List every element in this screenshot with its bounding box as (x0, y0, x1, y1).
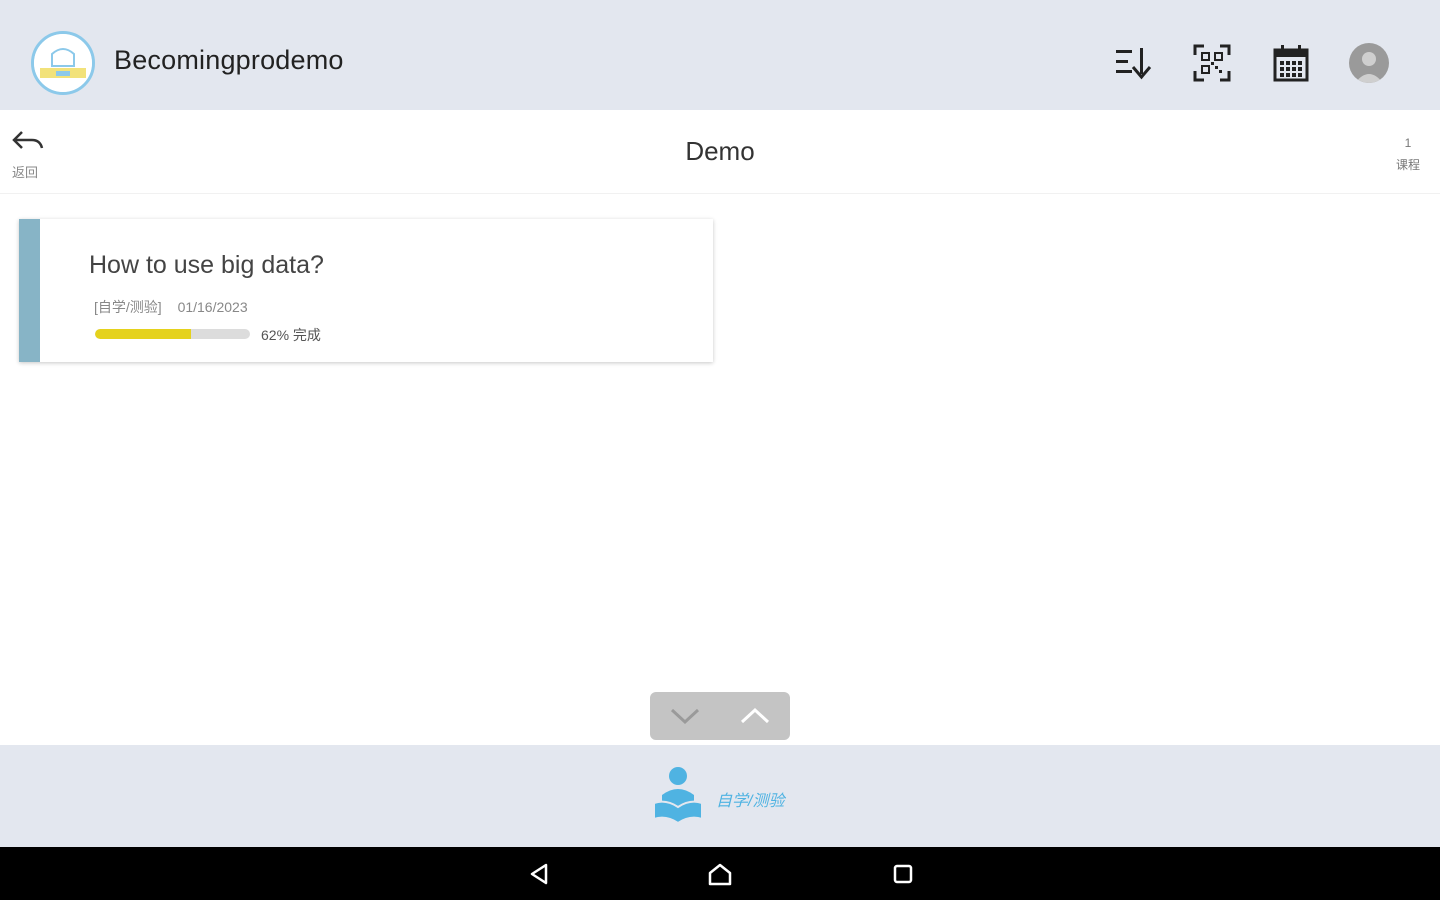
nav-recents-button[interactable] (888, 859, 918, 889)
scroll-control (650, 692, 790, 740)
bottom-tab-bar: 自学/测验 (0, 745, 1440, 847)
sub-header: 返回 Demo 1 课程 (0, 110, 1440, 194)
app-logo (31, 31, 95, 95)
calendar-button[interactable] (1268, 40, 1314, 86)
progress-text: 62% 完成 (261, 327, 321, 343)
reading-person-icon (653, 767, 703, 825)
course-count-badge: 1 课程 (1388, 132, 1428, 176)
sort-descending-icon (1116, 48, 1152, 80)
scroll-down-button[interactable] (650, 692, 720, 740)
course-type: [自学/测验] (94, 299, 162, 315)
triangle-back-icon (530, 863, 548, 885)
progress-fill (95, 329, 192, 339)
course-count: 1 (1404, 136, 1412, 150)
page-title: Demo (685, 136, 755, 166)
sort-button[interactable] (1110, 40, 1156, 86)
course-date: 01/16/2023 (177, 299, 248, 315)
app-bar: Becomingprodemo (0, 0, 1440, 110)
course-meta: [自学/测验] 01/16/2023 (94, 297, 248, 317)
course-card[interactable]: How to use big data? [自学/测验] 01/16/2023 … (19, 219, 713, 362)
tab-label: 自学/测验 (716, 793, 785, 810)
home-icon (708, 863, 732, 886)
course-title: How to use big data? (89, 251, 324, 279)
chevron-up-icon (740, 707, 770, 724)
square-recents-icon (893, 864, 913, 884)
chevron-down-icon (670, 708, 700, 725)
user-avatar[interactable] (1349, 43, 1389, 83)
qr-scan-icon (1193, 44, 1231, 82)
app-title: Becomingprodemo (114, 45, 344, 75)
nav-back-button[interactable] (524, 859, 554, 889)
scroll-up-button[interactable] (720, 692, 790, 740)
tab-self-study[interactable]: 自学/测验 (652, 765, 802, 827)
nav-home-button[interactable] (705, 859, 735, 889)
progress-bar (95, 329, 250, 339)
calendar-icon (1273, 45, 1309, 82)
qr-scan-button[interactable] (1189, 40, 1235, 86)
system-nav-bar (0, 847, 1440, 900)
card-accent-bar (19, 219, 40, 362)
course-count-label: 课程 (1395, 158, 1420, 172)
